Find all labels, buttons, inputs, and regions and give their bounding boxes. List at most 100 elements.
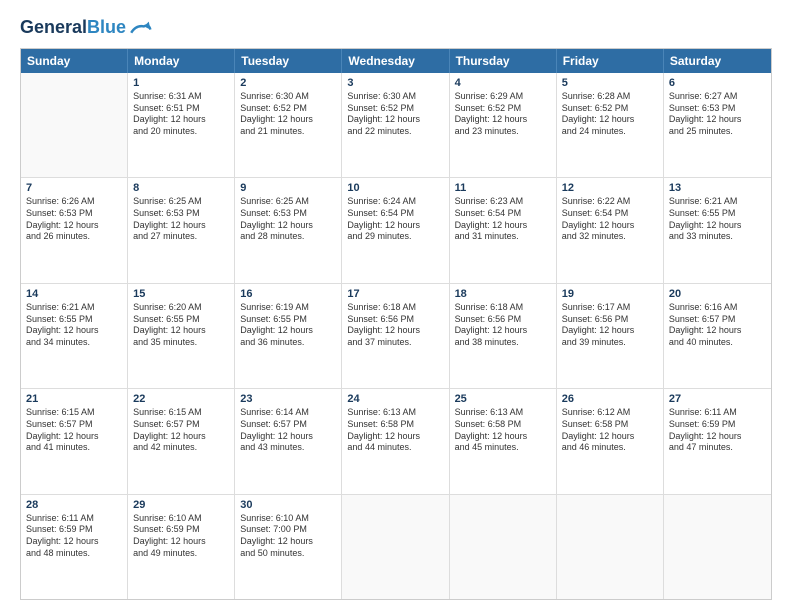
logo-icon xyxy=(128,16,152,40)
day-number: 28 xyxy=(26,499,122,511)
calendar-cell xyxy=(450,495,557,599)
calendar-cell: 15Sunrise: 6:20 AMSunset: 6:55 PMDayligh… xyxy=(128,284,235,388)
calendar-header-cell: Tuesday xyxy=(235,49,342,73)
cell-info-line: and 47 minutes. xyxy=(669,442,766,454)
cell-info-line: Sunrise: 6:16 AM xyxy=(669,302,766,314)
day-number: 14 xyxy=(26,288,122,300)
calendar-cell: 13Sunrise: 6:21 AMSunset: 6:55 PMDayligh… xyxy=(664,178,771,282)
cell-info-line: Sunset: 6:57 PM xyxy=(26,419,122,431)
cell-info-line: and 43 minutes. xyxy=(240,442,336,454)
cell-info-line: Sunrise: 6:31 AM xyxy=(133,91,229,103)
cell-info-line: Sunset: 6:52 PM xyxy=(240,103,336,115)
logo-text: GeneralBlue xyxy=(20,18,126,38)
calendar-cell: 14 Sunrise: 6:21 AMSunset: 6:55 PMDayligh… xyxy=(21,284,128,388)
calendar-cell: 16Sunrise: 6:19 AMSunset: 6:55 PMDayligh… xyxy=(235,284,342,388)
calendar-cell: 6Sunrise: 6:27 AMSunset: 6:53 PMDaylight… xyxy=(664,73,771,177)
calendar-cell: 4Sunrise: 6:29 AMSunset: 6:52 PMDaylight… xyxy=(450,73,557,177)
calendar-cell xyxy=(21,73,128,177)
calendar-week-row: 21Sunrise: 6:15 AMSunset: 6:57 PMDayligh… xyxy=(21,389,771,494)
cell-info-line: Daylight: 12 hours xyxy=(240,536,336,548)
cell-info-line: Daylight: 12 hours xyxy=(562,114,658,126)
cell-info-line: Daylight: 12 hours xyxy=(240,431,336,443)
day-number: 12 xyxy=(562,182,658,194)
cell-info-line: Daylight: 12 hours xyxy=(347,220,443,232)
cell-info-line: Sunrise: 6:12 AM xyxy=(562,407,658,419)
cell-info-line: Sunset: 6:57 PM xyxy=(240,419,336,431)
calendar-header-cell: Friday xyxy=(557,49,664,73)
cell-info-line: and 29 minutes. xyxy=(347,231,443,243)
cell-info-line: and 31 minutes. xyxy=(455,231,551,243)
cell-info-line: Sunrise: 6:21 AM xyxy=(26,302,122,314)
calendar-cell: 2Sunrise: 6:30 AMSunset: 6:52 PMDaylight… xyxy=(235,73,342,177)
cell-info-line: and 25 minutes. xyxy=(669,126,766,138)
cell-info-line: Sunrise: 6:30 AM xyxy=(347,91,443,103)
cell-info-line: Sunset: 6:53 PM xyxy=(26,208,122,220)
cell-info-line: Daylight: 12 hours xyxy=(133,114,229,126)
cell-info-line: Daylight: 12 hours xyxy=(26,325,122,337)
cell-info-line: Sunrise: 6:14 AM xyxy=(240,407,336,419)
day-number: 21 xyxy=(26,393,122,405)
calendar-body: 1Sunrise: 6:31 AMSunset: 6:51 PMDaylight… xyxy=(21,73,771,599)
cell-info-line: and 21 minutes. xyxy=(240,126,336,138)
cell-info-line: and 27 minutes. xyxy=(133,231,229,243)
calendar-header-cell: Sunday xyxy=(21,49,128,73)
cell-info-line: Sunset: 6:52 PM xyxy=(562,103,658,115)
cell-info-line: Sunset: 6:55 PM xyxy=(240,314,336,326)
cell-info-line: and 36 minutes. xyxy=(240,337,336,349)
cell-info-line: Sunset: 6:58 PM xyxy=(455,419,551,431)
cell-info-line: Sunrise: 6:25 AM xyxy=(133,196,229,208)
cell-info-line: and 39 minutes. xyxy=(562,337,658,349)
page: GeneralBlue SundayMondayTuesdayWednesday… xyxy=(0,0,792,612)
cell-info-line: and 20 minutes. xyxy=(133,126,229,138)
cell-info-line: Sunrise: 6:10 AM xyxy=(133,513,229,525)
calendar-cell: 7Sunrise: 6:26 AMSunset: 6:53 PMDaylight… xyxy=(21,178,128,282)
calendar-cell xyxy=(557,495,664,599)
cell-info-line: Daylight: 12 hours xyxy=(240,325,336,337)
cell-info-line: Sunrise: 6:10 AM xyxy=(240,513,336,525)
day-number: 15 xyxy=(133,288,229,300)
day-number: 27 xyxy=(669,393,766,405)
calendar-cell: 25Sunrise: 6:13 AMSunset: 6:58 PMDayligh… xyxy=(450,389,557,493)
cell-info-line: Daylight: 12 hours xyxy=(669,114,766,126)
cell-info-line: Sunrise: 6:11 AM xyxy=(26,513,122,525)
cell-info-line: Sunset: 7:00 PM xyxy=(240,524,336,536)
cell-info-line: and 38 minutes. xyxy=(455,337,551,349)
day-number: 18 xyxy=(455,288,551,300)
cell-info-line: Daylight: 12 hours xyxy=(669,220,766,232)
day-number: 17 xyxy=(347,288,443,300)
cell-info-line: Sunrise: 6:18 AM xyxy=(347,302,443,314)
day-number: 6 xyxy=(669,77,766,89)
cell-info-line: Sunset: 6:55 PM xyxy=(26,314,122,326)
day-number: 16 xyxy=(240,288,336,300)
cell-info-line: Daylight: 12 hours xyxy=(669,431,766,443)
cell-info-line: and 46 minutes. xyxy=(562,442,658,454)
day-number: 5 xyxy=(562,77,658,89)
calendar-week-row: 7Sunrise: 6:26 AMSunset: 6:53 PMDaylight… xyxy=(21,178,771,283)
cell-info-line: Daylight: 12 hours xyxy=(26,220,122,232)
calendar-cell: 19Sunrise: 6:17 AMSunset: 6:56 PMDayligh… xyxy=(557,284,664,388)
cell-info-line: Sunset: 6:53 PM xyxy=(669,103,766,115)
calendar-cell: 21Sunrise: 6:15 AMSunset: 6:57 PMDayligh… xyxy=(21,389,128,493)
cell-info-line: Sunset: 6:52 PM xyxy=(347,103,443,115)
cell-info-line: and 44 minutes. xyxy=(347,442,443,454)
cell-info-line: Daylight: 12 hours xyxy=(455,114,551,126)
calendar-cell: 3Sunrise: 6:30 AMSunset: 6:52 PMDaylight… xyxy=(342,73,449,177)
calendar-cell xyxy=(664,495,771,599)
cell-info-line: and 32 minutes. xyxy=(562,231,658,243)
calendar-cell: 5Sunrise: 6:28 AMSunset: 6:52 PMDaylight… xyxy=(557,73,664,177)
cell-info-line: Sunset: 6:54 PM xyxy=(455,208,551,220)
calendar-header-cell: Saturday xyxy=(664,49,771,73)
cell-info-line: Daylight: 12 hours xyxy=(562,325,658,337)
cell-info-line: Sunrise: 6:15 AM xyxy=(133,407,229,419)
cell-info-line: Sunrise: 6:25 AM xyxy=(240,196,336,208)
day-number: 29 xyxy=(133,499,229,511)
logo: GeneralBlue xyxy=(20,16,152,40)
cell-info-line: Sunrise: 6:13 AM xyxy=(347,407,443,419)
cell-info-line: and 48 minutes. xyxy=(26,548,122,560)
cell-info-line: Daylight: 12 hours xyxy=(133,431,229,443)
cell-info-line: Sunset: 6:55 PM xyxy=(133,314,229,326)
cell-info-line: Sunrise: 6:21 AM xyxy=(669,196,766,208)
calendar-cell: 29Sunrise: 6:10 AMSunset: 6:59 PMDayligh… xyxy=(128,495,235,599)
cell-info-line: and 37 minutes. xyxy=(347,337,443,349)
cell-info-line: and 49 minutes. xyxy=(133,548,229,560)
